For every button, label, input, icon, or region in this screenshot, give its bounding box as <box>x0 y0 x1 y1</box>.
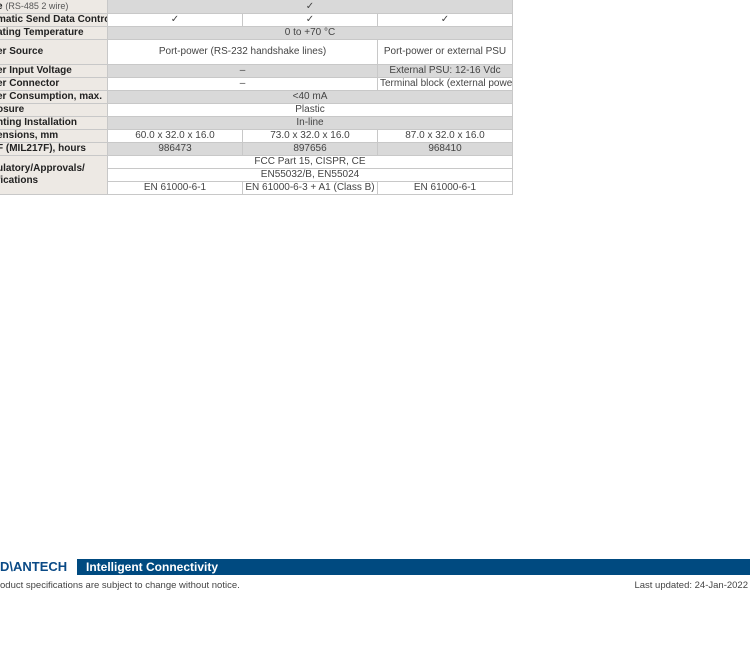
row-label: ensions, mm <box>0 129 108 143</box>
label-text: fications <box>0 175 39 186</box>
cell: <40 mA <box>107 90 513 104</box>
cell: Port-power (RS-232 handshake lines) <box>107 39 378 65</box>
cell: ✓ <box>242 13 378 27</box>
cell: 0 to +70 °C <box>107 26 513 40</box>
cell: In-line <box>107 116 513 130</box>
row-label: er Source <box>0 39 108 65</box>
row-label: er Input Voltage <box>0 64 108 78</box>
cell: 60.0 x 32.0 x 16.0 <box>107 129 243 143</box>
table-row: nting Installation In-line <box>0 116 513 130</box>
row-label: nting Installation <box>0 116 108 130</box>
table-row: osurePlastic <box>0 103 513 117</box>
table-row: e (RS-485 2 wire)✓ <box>0 0 513 14</box>
cell: Port-power or external PSU <box>377 39 513 65</box>
row-label: er Connector <box>0 77 108 91</box>
label-sub: (RS-485 2 wire) <box>5 1 69 11</box>
cell: EN55032/B, EN55024 <box>107 168 513 182</box>
table-row: F (MIL217F), hours 986473 897656 968410 <box>0 142 513 156</box>
label-text: ulatory/Approvals/ <box>0 163 85 174</box>
cell: EN 61000-6-1 <box>107 181 243 195</box>
label-text: e <box>0 1 3 12</box>
cell: FCC Part 15, CISPR, CE <box>107 155 513 169</box>
cell: 968410 <box>377 142 513 156</box>
table-row: er Connector – Terminal block (external po… <box>0 77 513 91</box>
cell: ✓ <box>107 13 243 27</box>
cell: 986473 <box>107 142 243 156</box>
cell: External PSU: 12-16 Vdc <box>377 64 513 78</box>
disclaimer: oduct specifications are subject to chan… <box>0 580 240 591</box>
table-row: ensions, mm 60.0 x 32.0 x 16.0 73.0 x 32.0… <box>0 129 513 143</box>
table-row: ulatory/Approvals/fications FCC Part 15, … <box>0 155 513 195</box>
table-row: ating Temperature 0 to +70 °C <box>0 26 513 40</box>
row-label: ating Temperature <box>0 26 108 40</box>
last-updated: Last updated: 24-Jan-2022 <box>634 580 748 591</box>
table-row: er Consumption, max. <40 mA <box>0 90 513 104</box>
row-label: er Consumption, max. <box>0 90 108 104</box>
cell: EN 61000-6-3 + A1 (Class B) <box>242 181 378 195</box>
tagline: Intelligent Connectivity <box>77 559 750 575</box>
row-label: F (MIL217F), hours <box>0 142 108 156</box>
row-label: matic Send Data Control <box>0 13 108 27</box>
row-label: e (RS-485 2 wire) <box>0 0 108 14</box>
cell: ✓ <box>107 0 513 14</box>
cell: – <box>107 77 378 91</box>
cell: 87.0 x 32.0 x 16.0 <box>377 129 513 143</box>
cell: 897656 <box>242 142 378 156</box>
table-row: er Source Port-power (RS-232 handshake li… <box>0 39 513 65</box>
row-label: osure <box>0 103 108 117</box>
footer-banner: D\ANTECH Intelligent Connectivity <box>0 559 750 575</box>
brand-logo: D\ANTECH <box>0 559 76 575</box>
table-row: matic Send Data Control ✓ ✓ ✓ <box>0 13 513 27</box>
cell: 73.0 x 32.0 x 16.0 <box>242 129 378 143</box>
cell: ✓ <box>377 13 513 27</box>
spec-table: e (RS-485 2 wire)✓ matic Send Data Contr… <box>0 0 513 195</box>
row-label: ulatory/Approvals/fications <box>0 155 108 195</box>
table-row: er Input Voltage – External PSU: 12-16 Vdc <box>0 64 513 78</box>
cell: EN 61000-6-1 <box>377 181 513 195</box>
cell: Plastic <box>107 103 513 117</box>
cell: Terminal block (external power) <box>377 77 513 91</box>
cell: – <box>107 64 378 78</box>
